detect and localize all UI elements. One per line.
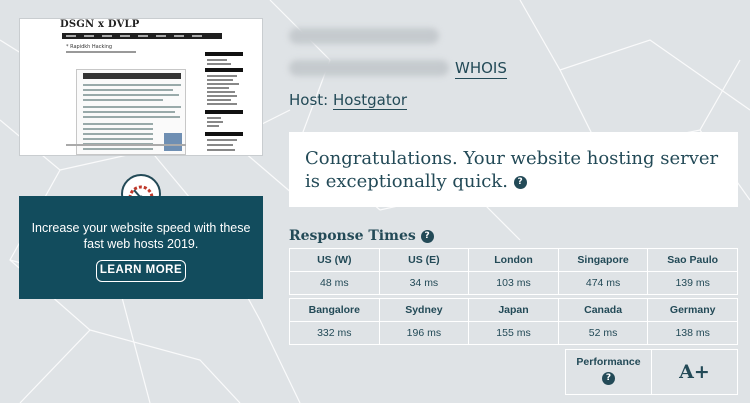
location-header: Singapore	[558, 249, 649, 272]
response-time-value: 103 ms	[469, 272, 559, 295]
thumbnail-heading: * Rapidkh Hacking	[66, 44, 113, 50]
location-header: US (W)	[290, 249, 380, 272]
response-time-value: 474 ms	[558, 272, 649, 295]
question-circle-icon[interactable]: ?	[602, 372, 615, 385]
promo-text: Increase your website speed with these f…	[31, 221, 251, 251]
promo-banner: Increase your website speed with these f…	[19, 196, 263, 299]
question-circle-icon[interactable]: ?	[420, 229, 434, 243]
host-name-link[interactable]: Hostgator	[333, 91, 408, 110]
redacted-ip	[289, 60, 449, 76]
result-message: Congratulations. Your website hosting se…	[305, 148, 719, 192]
performance-grade: A+	[679, 361, 710, 383]
location-header: Germany	[648, 299, 738, 322]
location-header: London	[469, 249, 559, 272]
host-label: Host:	[289, 91, 329, 109]
host-line: Host: Hostgator	[289, 90, 408, 110]
response-time-value: 34 ms	[379, 272, 470, 295]
response-time-value: 139 ms	[648, 272, 738, 295]
result-message-box: Congratulations. Your website hosting se…	[289, 132, 738, 207]
location-header: Sao Paulo	[648, 249, 738, 272]
response-time-value: 52 ms	[558, 322, 649, 345]
response-times-table-row1: US (W) US (E) London Singapore Sao Paulo…	[289, 248, 738, 295]
response-time-value: 332 ms	[290, 322, 380, 345]
response-time-value: 138 ms	[648, 322, 738, 345]
thumbnail-site-title: DSGN x DVLP	[60, 19, 140, 30]
question-circle-icon[interactable]: ?	[513, 175, 527, 189]
thumbnail-sidebar	[205, 52, 243, 155]
website-screenshot-thumbnail: DSGN x DVLP * Rapidkh Hacking	[19, 18, 263, 156]
response-time-value: 155 ms	[469, 322, 559, 345]
performance-box: Performance ? A+	[565, 349, 738, 395]
response-times-title: Response Times ?	[289, 228, 434, 244]
thumbnail-nav-bar	[62, 33, 222, 39]
location-header: Bangalore	[290, 299, 380, 322]
location-header: US (E)	[379, 249, 470, 272]
performance-label: Performance	[576, 356, 641, 368]
location-header: Sydney	[379, 299, 470, 322]
redacted-domain	[289, 28, 439, 44]
learn-more-button[interactable]: LEARN MORE	[96, 260, 186, 282]
location-header: Japan	[469, 299, 559, 322]
response-time-value: 196 ms	[379, 322, 470, 345]
response-times-table-row2: Bangalore Sydney Japan Canada Germany 33…	[289, 298, 738, 345]
whois-link[interactable]: WHOIS	[455, 58, 507, 79]
response-time-value: 48 ms	[290, 272, 380, 295]
location-header: Canada	[558, 299, 649, 322]
